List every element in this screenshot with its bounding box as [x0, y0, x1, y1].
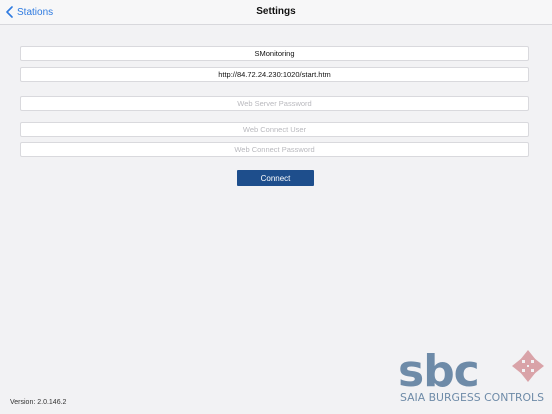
web-server-password-field[interactable] [20, 96, 529, 111]
web-connect-user-field[interactable] [20, 122, 529, 137]
connect-button[interactable]: Connect [237, 170, 314, 186]
sbc-logo: sbc SAIA BURGESS CONTROLS [398, 348, 544, 404]
url-field[interactable] [20, 67, 529, 82]
sbc-logo-tagline: SAIA BURGESS CONTROLS [400, 392, 544, 404]
sbc-logo-text: sbc [398, 348, 479, 397]
sbc-cross-arrows-icon [512, 350, 544, 382]
version-label: Version: 2.0.146.2 [10, 399, 67, 406]
web-connect-password-field[interactable] [20, 142, 529, 157]
page-title: Settings [256, 6, 296, 17]
navigation-bar: Stations Settings [0, 0, 552, 25]
station-name-field[interactable] [20, 46, 529, 61]
